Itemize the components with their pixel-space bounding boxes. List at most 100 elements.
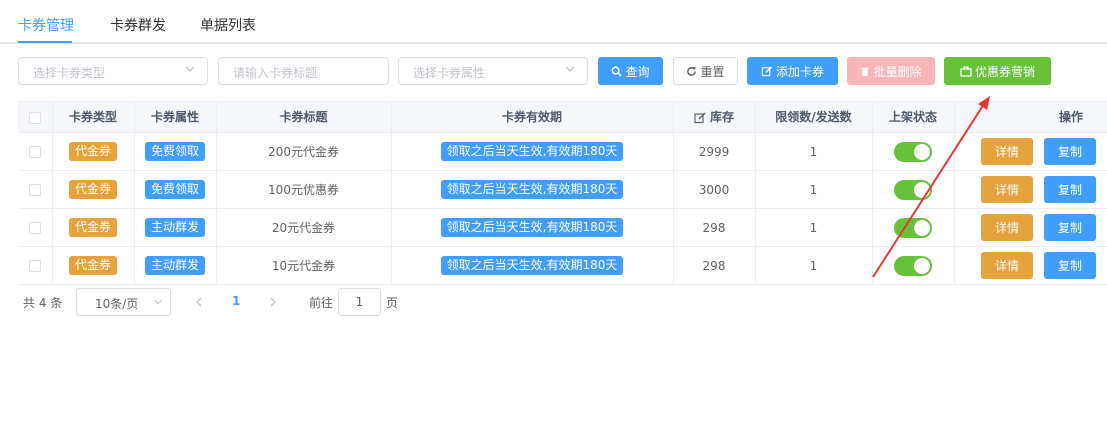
row-select-cell [18,133,52,170]
copy-button[interactable]: 复制 [1044,252,1096,279]
attr-tag: 主动群发 [144,256,205,275]
row-checkbox[interactable] [29,145,41,158]
reset-button[interactable]: 重置 [673,57,738,85]
header-stock-cell[interactable]: 库存 [673,102,755,133]
pagination: 共 4 条 10条/页 1 前往 1 页 [0,288,1107,316]
limit-cell: 1 [809,182,818,197]
title-cell: 200元代金券 [268,145,339,159]
validity-cell: 领取之后当天生效,有效期180天 [391,209,673,246]
table-row: 代金券 主动群发 10元代金券 领取之后当天生效,有效期180天 298 1 详… [18,247,1107,285]
card-title-input[interactable]: 请输入卡券标题 [218,57,389,85]
card-title-placeholder: 请输入卡券标题 [233,66,318,80]
limit-cell: 1 [809,220,818,235]
card-type-select[interactable]: 选择卡券类型 [18,57,208,85]
ops-cell: 详情 复制 [954,171,1107,208]
title-cell: 10元代金券 [271,259,336,273]
detail-button[interactable]: 详情 [981,252,1033,279]
detail-button[interactable]: 详情 [981,214,1033,241]
attr-cell: 免费领取 [134,171,216,208]
ops-cell: 详情 复制 [954,133,1107,170]
header-validity: 卡券有效期 [501,110,562,124]
total-count: 共 4 条 [23,296,63,310]
attr-cell: 主动群发 [134,209,216,246]
col-divider [134,101,135,285]
copy-button[interactable]: 复制 [1044,176,1096,203]
table-row: 代金券 免费领取 200元代金券 领取之后当天生效,有效期180天 2999 1… [18,133,1107,171]
detail-button[interactable]: 详情 [981,176,1033,203]
validity-cell: 领取之后当天生效,有效期180天 [391,171,673,208]
switch-knob [914,219,930,236]
detail-button[interactable]: 详情 [981,138,1033,165]
header-stock: 库存 [709,110,734,124]
listing-status-switch[interactable] [894,255,932,276]
add-card-button-label: 添加卡券 [775,64,824,79]
attr-tag: 主动群发 [144,218,205,237]
tab-document-list[interactable]: 单据列表 [200,15,256,35]
header-limit: 限领数/发送数 [775,110,852,124]
validity-tag: 领取之后当天生效,有效期180天 [440,218,624,237]
col-divider [954,101,955,285]
row-checkbox[interactable] [29,183,41,196]
type-cell: 代金券 [52,247,134,284]
coupon-marketing-button-label: 优惠券营销 [974,64,1035,79]
refresh-icon [687,66,697,76]
batch-delete-button-label: 批量删除 [873,64,922,79]
type-tag: 代金券 [68,142,117,161]
col-divider [52,101,53,285]
validity-cell: 领取之后当天生效,有效期180天 [391,247,673,284]
switch-knob [914,257,930,274]
select-all-cell [18,102,52,133]
col-divider [872,101,873,285]
trash-icon [861,67,870,76]
row-select-cell [18,171,52,208]
row-checkbox[interactable] [29,221,41,234]
page-size-select[interactable]: 10条/页 [76,288,171,316]
card-attr-select[interactable]: 选择卡券属性 [398,57,588,85]
col-divider [673,101,674,285]
stock-cell: 3000 [698,182,730,197]
search-icon [612,66,623,77]
card-attr-placeholder: 选择卡券属性 [413,66,486,80]
edit-icon [694,112,706,123]
type-tag: 代金券 [68,180,117,199]
listing-status-switch[interactable] [894,179,932,200]
attr-tag: 免费领取 [144,180,205,199]
goto-suffix: 页 [386,296,399,310]
query-button[interactable]: 查询 [598,57,663,85]
status-cell [872,209,954,246]
row-select-cell [18,209,52,246]
add-card-button[interactable]: 添加卡券 [747,57,838,85]
switch-knob [914,181,930,198]
copy-button[interactable]: 复制 [1044,214,1096,241]
header-title: 卡券标题 [279,110,328,124]
prev-page-icon[interactable] [194,296,204,308]
title-cell: 20元代金券 [271,221,336,235]
batch-delete-button[interactable]: 批量删除 [847,57,935,85]
type-cell: 代金券 [52,209,134,246]
tab-card-broadcast[interactable]: 卡券群发 [110,15,166,35]
col-divider [216,101,217,285]
limit-cell: 1 [809,258,818,273]
copy-button[interactable]: 复制 [1044,138,1096,165]
col-divider [391,101,392,285]
row-select-cell [18,247,52,284]
status-cell [872,171,954,208]
listing-status-switch[interactable] [894,217,932,238]
type-cell: 代金券 [52,171,134,208]
chevron-down-icon [565,66,575,72]
card-type-placeholder: 选择卡券类型 [33,66,106,80]
coupon-marketing-button[interactable]: 优惠券营销 [944,57,1051,85]
listing-status-switch[interactable] [894,141,932,162]
tab-card-management[interactable]: 卡券管理 [18,15,74,35]
chevron-down-icon [185,66,195,72]
table-row: 代金券 主动群发 20元代金券 领取之后当天生效,有效期180天 298 1 详… [18,209,1107,247]
row-checkbox[interactable] [29,259,41,272]
col-divider [755,101,756,285]
current-page-number[interactable]: 1 [232,294,240,308]
stock-cell: 298 [702,220,726,235]
goto-page-input[interactable]: 1 [338,288,381,316]
select-all-checkbox[interactable] [29,111,41,124]
query-button-label: 查询 [625,64,650,79]
next-page-icon[interactable] [268,296,278,308]
validity-cell: 领取之后当天生效,有效期180天 [391,133,673,170]
